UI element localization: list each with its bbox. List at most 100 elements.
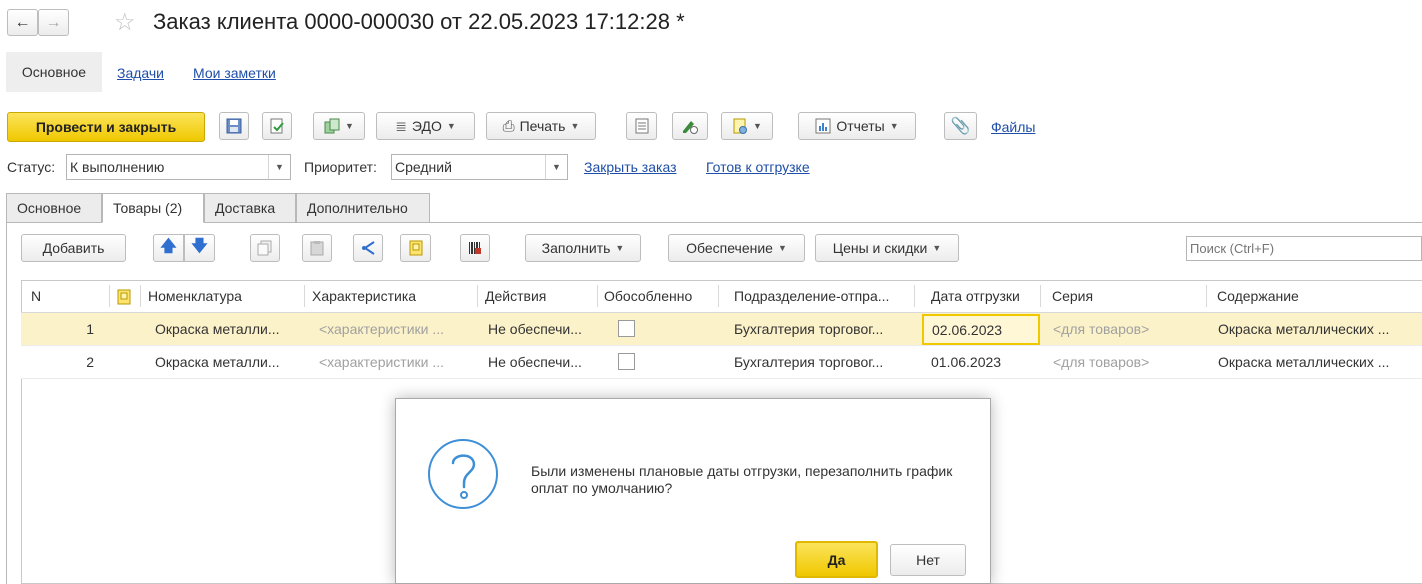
copy-button[interactable] [250, 234, 280, 262]
copy-icon [257, 240, 272, 256]
files-link[interactable]: Файлы [991, 119, 1035, 135]
table-row[interactable]: 2 Окраска металли... <характеристики ...… [21, 346, 1422, 379]
yes-button[interactable]: Да [795, 541, 878, 578]
priority-select[interactable]: Средний ▼ [391, 154, 568, 180]
row-series[interactable]: <для товаров> [1053, 346, 1203, 379]
row-department[interactable]: Бухгалтерия торговог... [734, 313, 909, 346]
print-button[interactable]: ⎙ Печать ▼ [486, 112, 596, 140]
printer-icon: ⎙ [502, 117, 515, 135]
reports-button[interactable]: Отчеты ▼ [798, 112, 916, 140]
post-and-close-button[interactable]: Провести и закрыть [7, 112, 205, 142]
priority-label: Приоритет: [304, 159, 377, 175]
row-content[interactable]: Окраска металлических ... [1218, 313, 1418, 346]
split-line-button[interactable] [353, 234, 383, 262]
column-header-ship-date[interactable]: Дата отгрузки [931, 280, 1020, 312]
post-button[interactable] [262, 112, 292, 140]
row-item[interactable]: Окраска металли... [155, 313, 295, 346]
tab-delivery-label: Доставка [215, 200, 276, 216]
tab-delivery[interactable]: Доставка [204, 193, 296, 223]
row-action[interactable]: Не обеспечи... [488, 346, 593, 379]
column-header-characteristic[interactable]: Характеристика [312, 280, 416, 312]
back-button[interactable]: ← [7, 9, 38, 36]
tab-main[interactable]: Основное [6, 193, 102, 223]
document-list-icon [635, 118, 648, 134]
structure-button[interactable] [626, 112, 657, 140]
column-header-actions[interactable]: Действия [485, 280, 546, 312]
top-tab-main-label: Основное [21, 64, 87, 80]
arrow-up-icon: 🡅 [160, 237, 177, 255]
prices-discounts-button[interactable]: Цены и скидки ▼ [815, 234, 959, 262]
column-separator [597, 285, 598, 307]
report-icon [815, 118, 831, 134]
priority-value: Средний [395, 159, 452, 175]
column-separator [1206, 285, 1207, 307]
column-header-n[interactable]: N [31, 280, 41, 312]
supply-button[interactable]: Обеспечение ▼ [668, 234, 805, 262]
top-tab-main[interactable]: Основное [6, 52, 102, 92]
top-tab-notes[interactable]: Мои заметки [193, 65, 276, 81]
print-label: Печать [519, 118, 566, 134]
row-item[interactable]: Окраска металли... [155, 346, 295, 379]
status-value: К выполнению [70, 159, 165, 175]
move-up-button[interactable]: 🡅 [153, 234, 184, 262]
add-button[interactable]: Добавить [21, 234, 126, 262]
supply-label: Обеспечение [686, 240, 773, 256]
forward-button[interactable]: → [38, 9, 69, 36]
row-ship-date[interactable]: 01.06.2023 [931, 346, 1036, 379]
status-label: Статус: [7, 159, 56, 175]
question-icon [428, 439, 498, 509]
move-down-button[interactable]: 🡇 [184, 234, 215, 262]
column-header-department[interactable]: Подразделение-отпра... [734, 280, 889, 312]
ready-to-ship-link[interactable]: Готов к отгрузке [706, 159, 810, 175]
paste-button[interactable] [302, 234, 332, 262]
edit-button[interactable] [672, 112, 708, 140]
row-characteristic[interactable]: <характеристики ... [319, 346, 469, 379]
characteristics-button[interactable] [400, 234, 431, 262]
caret-down-icon: ▼ [446, 121, 456, 131]
barcode-button[interactable] [460, 234, 490, 262]
column-separator [109, 285, 110, 307]
search-input[interactable] [1186, 236, 1422, 261]
dropdown-arrow-icon[interactable]: ▼ [268, 155, 290, 179]
row-separately-checkbox[interactable] [618, 320, 635, 337]
dropdown-arrow-icon[interactable]: ▼ [545, 155, 567, 179]
row-number: 1 [86, 321, 94, 337]
top-tab-tasks[interactable]: Задачи [117, 65, 164, 81]
fill-button[interactable]: Заполнить ▼ [525, 234, 641, 262]
column-header-separately[interactable]: Обособленно [604, 280, 692, 312]
column-header-content[interactable]: Содержание [1217, 280, 1299, 312]
row-separately-checkbox[interactable] [618, 353, 635, 370]
attachments-menu-button[interactable]: ▼ [721, 112, 773, 140]
column-header-series[interactable]: Серия [1052, 280, 1093, 312]
favorite-star-icon[interactable]: ☆ [114, 8, 136, 37]
save-button[interactable] [219, 112, 249, 140]
column-header-icon[interactable] [116, 280, 132, 312]
caret-down-icon: ▼ [777, 243, 787, 253]
column-separator [304, 285, 305, 307]
create-based-on-button[interactable]: ▼ [313, 112, 365, 140]
row-series[interactable]: <для товаров> [1053, 313, 1203, 346]
tab-additional[interactable]: Дополнительно [296, 193, 430, 223]
table-row[interactable]: 1 Окраска металли... <характеристики ...… [21, 313, 1422, 346]
caret-down-icon: ▼ [615, 243, 625, 253]
row-characteristic[interactable]: <характеристики ... [319, 313, 469, 346]
tab-goods[interactable]: Товары (2) [102, 193, 204, 223]
column-separator [1040, 285, 1041, 307]
ship-date-cell-editor[interactable]: 02.06.2023 [922, 314, 1040, 345]
edo-button[interactable]: ≣ ЭДО ▼ [376, 112, 475, 140]
tab-main-label: Основное [17, 200, 82, 216]
status-select[interactable]: К выполнению ▼ [66, 154, 291, 180]
paperclip-icon: 📎 [950, 118, 971, 135]
row-action[interactable]: Не обеспечи... [488, 313, 593, 346]
row-department[interactable]: Бухгалтерия торговог... [734, 346, 909, 379]
close-order-link[interactable]: Закрыть заказ [584, 159, 677, 175]
arrow-right-icon: → [45, 13, 62, 31]
document-yellow-icon [409, 240, 422, 256]
row-ship-date: 02.06.2023 [932, 322, 1003, 338]
arrow-left-icon: ← [14, 13, 31, 31]
row-content[interactable]: Окраска металлических ... [1218, 346, 1418, 379]
column-header-item[interactable]: Номенклатура [148, 280, 242, 312]
column-separator [914, 285, 915, 307]
attach-file-button[interactable]: 📎 [944, 112, 977, 140]
no-button[interactable]: Нет [890, 544, 966, 576]
